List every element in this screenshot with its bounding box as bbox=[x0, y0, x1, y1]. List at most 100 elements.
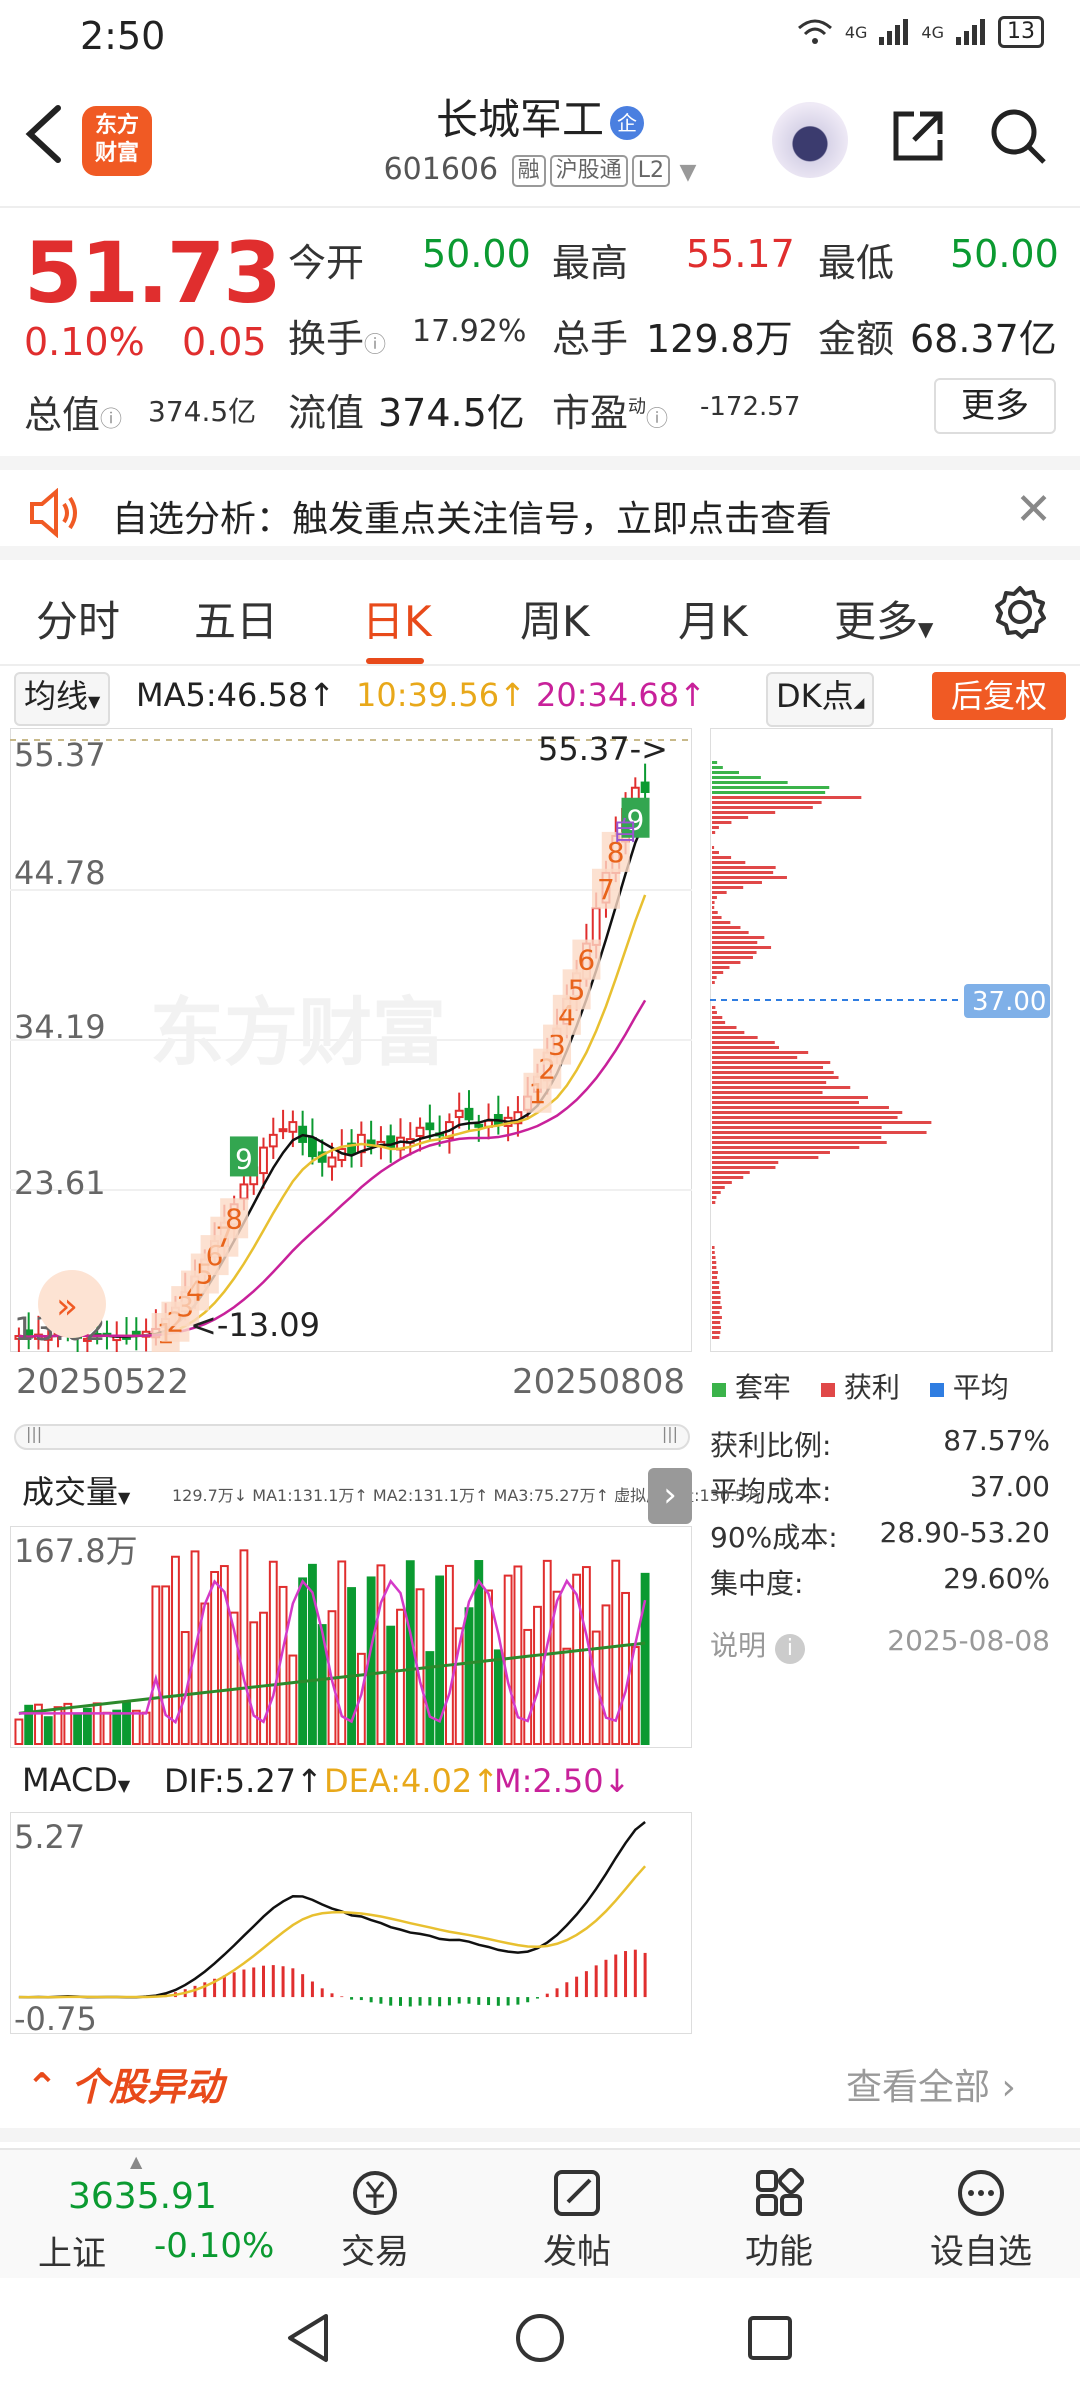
dropdown-triangle-icon: ▼ bbox=[117, 1776, 131, 1795]
back-triangle-icon[interactable] bbox=[282, 2310, 332, 2366]
battery-icon: 13 bbox=[998, 16, 1044, 48]
abnormal-title: ⌃ 个股异动 bbox=[26, 2056, 223, 2111]
low-marker: <-13.09 bbox=[190, 1306, 320, 1344]
chip-bar bbox=[712, 1046, 780, 1049]
view-all-text: 查看全部 bbox=[846, 2067, 991, 2108]
index-widget[interactable]: ▲ 3635.91 上证 -0.10% bbox=[0, 2150, 274, 2280]
chip-bar bbox=[712, 911, 718, 914]
amount-value: 68.37亿 bbox=[910, 317, 1057, 361]
volume-bar bbox=[151, 1585, 161, 1745]
chip-bar bbox=[712, 971, 724, 974]
chip-bar bbox=[712, 1306, 722, 1309]
right-handle[interactable]: ||| bbox=[662, 1424, 678, 1443]
expand-right-button[interactable]: › bbox=[648, 1468, 692, 1524]
gear-icon[interactable] bbox=[992, 584, 1048, 640]
tab-intraday[interactable]: 分时 bbox=[36, 588, 120, 649]
volume-bar bbox=[102, 1711, 112, 1745]
dropdown-triangle-icon: ▼ bbox=[679, 160, 697, 185]
info-dots-icon[interactable]: ⓘ bbox=[364, 333, 386, 358]
kline-chart[interactable]: 东方财富 123456789123456789 55.37 44.78 34.1… bbox=[10, 728, 692, 1352]
chip-bar bbox=[712, 916, 722, 919]
chip-bar bbox=[712, 906, 715, 909]
tab-monthly-k[interactable]: 月K bbox=[678, 588, 748, 649]
view-all-link[interactable]: 查看全部 › bbox=[846, 2058, 1016, 2110]
turnover-label-text: 换手 bbox=[288, 317, 365, 361]
tab-weekly-k[interactable]: 周K bbox=[520, 588, 590, 649]
more-quote-button[interactable]: 更多 bbox=[934, 378, 1056, 434]
volume-chart[interactable]: 167.8万 bbox=[10, 1526, 692, 1748]
chip-bar bbox=[712, 851, 719, 854]
macd-m: M:2.50↓ bbox=[494, 1762, 631, 1800]
ai-assistant-icon[interactable] bbox=[772, 102, 848, 178]
dk-point-selector[interactable]: DK点◢ bbox=[766, 672, 875, 727]
volume-bar bbox=[14, 1718, 24, 1746]
info-icon[interactable]: i bbox=[774, 1634, 805, 1664]
chevron-right-icon: › bbox=[663, 1475, 677, 1515]
range-scrollbar[interactable]: ||| ||| bbox=[14, 1424, 690, 1450]
ma-selector[interactable]: 均线▼ bbox=[14, 672, 111, 726]
chip-bar bbox=[712, 1191, 721, 1194]
volume-selector-label: 成交量 bbox=[22, 1473, 119, 1511]
change-percent: 0.10% bbox=[24, 320, 145, 364]
info-dots-icon[interactable]: ⓘ bbox=[646, 407, 668, 432]
stock-name: 长城军工 bbox=[435, 95, 604, 144]
chip-note-row[interactable]: 说明 i 2025-08-08 bbox=[710, 1624, 1050, 1664]
chip-distribution-chart[interactable]: 37.00 bbox=[710, 728, 1054, 1352]
candle bbox=[640, 781, 650, 793]
chip-bar bbox=[712, 1286, 719, 1289]
close-icon[interactable]: ✕ bbox=[1015, 484, 1052, 535]
analysis-banner[interactable]: 自选分析：触发重点关注信号，立即点击查看 ✕ bbox=[0, 456, 1080, 560]
chip-bar bbox=[712, 816, 749, 819]
nav-trade[interactable]: 交易 bbox=[310, 2168, 440, 2273]
volume-selector[interactable]: 成交量▼ bbox=[14, 1470, 139, 1520]
volume-bar bbox=[73, 1713, 83, 1746]
chip-bar bbox=[712, 1131, 927, 1134]
recents-square-icon[interactable] bbox=[744, 2312, 796, 2364]
self-marker: 自 bbox=[612, 817, 638, 847]
nav-functions[interactable]: 功能 bbox=[714, 2168, 844, 2273]
restore-rights-button[interactable]: 后复权 bbox=[932, 672, 1066, 720]
left-handle[interactable]: ||| bbox=[26, 1424, 42, 1443]
nav-post[interactable]: 发帖 bbox=[512, 2168, 642, 2273]
volume-bar bbox=[200, 1602, 210, 1745]
tab-more[interactable]: 更多▼ bbox=[834, 588, 933, 649]
chip-bar bbox=[712, 1186, 725, 1189]
chip-bar bbox=[712, 806, 813, 809]
macd-chart[interactable]: 5.27 -0.75 bbox=[10, 1812, 692, 2034]
info-dots-icon[interactable]: ⓘ bbox=[100, 408, 122, 433]
tab-five-day[interactable]: 五日 bbox=[194, 588, 278, 649]
open-label: 今开 bbox=[288, 241, 365, 285]
chip-bar bbox=[712, 1171, 750, 1174]
dropdown-triangle-icon: ▼ bbox=[118, 1488, 131, 1507]
chip-bar bbox=[712, 931, 749, 934]
volume-bar bbox=[298, 1577, 308, 1746]
candle bbox=[415, 1126, 425, 1137]
speaker-icon bbox=[30, 488, 77, 538]
search-icon[interactable] bbox=[986, 104, 1050, 168]
nav-add-watchlist[interactable]: 设自选 bbox=[916, 2168, 1046, 2273]
home-circle-icon[interactable] bbox=[512, 2310, 568, 2366]
note-label: 说明 bbox=[710, 1629, 767, 1662]
high-value: 55.17 bbox=[686, 232, 795, 276]
stat-concentration: 集中度: 29.60% bbox=[710, 1562, 1050, 1602]
macd-selector[interactable]: MACD▼ bbox=[14, 1758, 139, 1808]
chip-bar bbox=[712, 1326, 722, 1329]
chip-bar bbox=[712, 761, 718, 764]
candle bbox=[591, 907, 601, 946]
chip-legend: 套牢 获利 平均 bbox=[712, 1366, 1009, 1406]
chip-bar bbox=[712, 1291, 721, 1294]
tab-daily-k[interactable]: 日K bbox=[362, 588, 432, 649]
chip-bar bbox=[712, 1251, 715, 1254]
share-icon[interactable] bbox=[888, 106, 948, 166]
stock-abnormal-section[interactable]: ⌃ 个股异动 查看全部 › bbox=[0, 2034, 1080, 2142]
volume-bar bbox=[268, 1560, 278, 1745]
stat-90-cost: 90%成本: 28.90-53.20 bbox=[710, 1516, 1050, 1556]
chip-bar bbox=[712, 791, 826, 794]
enterprise-badge-icon: 企 bbox=[610, 105, 644, 140]
chip-bar bbox=[712, 801, 822, 804]
chip-bar bbox=[712, 1276, 718, 1279]
candle bbox=[425, 1122, 435, 1131]
status-bar: 2:50 4G 4G 13 bbox=[0, 0, 1080, 72]
chip-bar bbox=[712, 891, 727, 894]
abnormal-title-text: 个股异动 bbox=[71, 2065, 224, 2109]
